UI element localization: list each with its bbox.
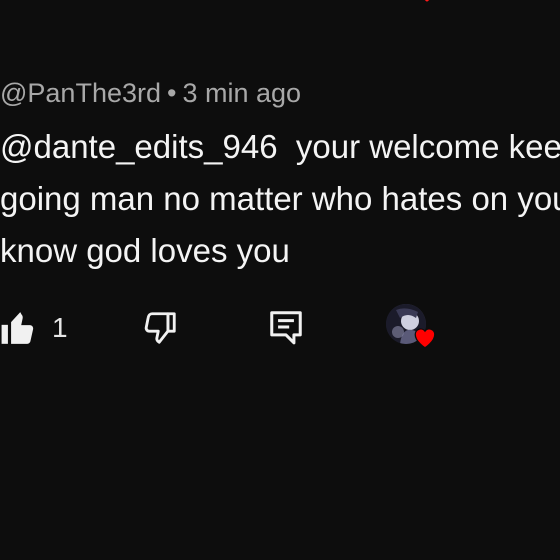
- header-separator: •: [167, 78, 177, 108]
- comment-text-line: going man no matter who hates on you: [0, 180, 560, 217]
- heart-icon: [424, 0, 430, 2]
- like-button[interactable]: 1: [0, 308, 68, 348]
- reply-button[interactable]: [266, 306, 306, 348]
- comment-timestamp: 3 min ago: [182, 78, 302, 108]
- comment-header: @PanThe3rd • 3 min ago: [0, 76, 301, 110]
- heart-icon: [414, 328, 436, 349]
- comment-text-line: know god loves you: [0, 232, 290, 269]
- thumbs-up-icon: [1, 312, 34, 344]
- creator-heart-button[interactable]: [386, 304, 442, 354]
- like-count: 1: [52, 312, 68, 343]
- thumbs-down-icon: [144, 312, 176, 344]
- dislike-button[interactable]: [140, 308, 180, 348]
- comment-text-line: @dante_edits_946 your welcome keep: [0, 128, 560, 165]
- reply-comment-icon: [270, 311, 302, 345]
- comment-text: @dante_edits_946 your welcome keep going…: [0, 121, 560, 277]
- comment-screen: @PanThe3rd • 3 min ago @dante_edits_946 yo…: [0, 0, 560, 560]
- comment-author[interactable]: @PanThe3rd: [0, 78, 161, 108]
